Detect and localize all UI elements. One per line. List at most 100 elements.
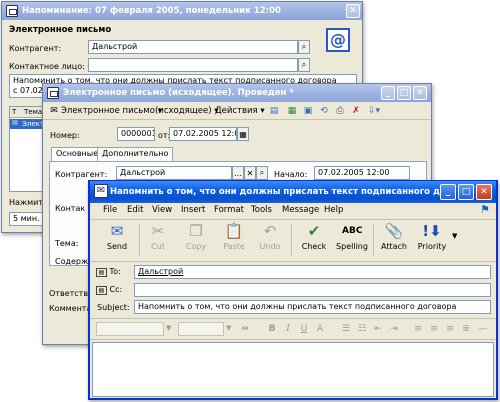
address-book-icon: ▤: [96, 268, 107, 277]
new-doc-icon[interactable]: ▤: [266, 104, 282, 118]
reminder-titlebar[interactable]: Напоминание: 07 февраля 2005, понедельни…: [2, 2, 362, 20]
align-center-icon[interactable]: ≡: [428, 322, 440, 336]
search-icon[interactable]: ⌕: [256, 166, 268, 180]
to-field[interactable]: Дальстрой: [134, 265, 491, 279]
font-size-dropdown-icon[interactable]: ▼: [226, 324, 231, 332]
check-names-button[interactable]: ✔ Check: [294, 222, 334, 258]
tab-extra[interactable]: Дополнительно: [97, 147, 174, 161]
bold-icon[interactable]: B: [266, 322, 278, 336]
print-icon[interactable]: ⎙: [332, 104, 348, 118]
horizontal-line-icon[interactable]: —: [476, 322, 490, 336]
subject-field[interactable]: Напомнить о том, что они должны прислать…: [134, 300, 491, 314]
document-window-icon: [47, 87, 59, 99]
reminder-delay-value: 5 мин.: [13, 214, 40, 223]
doc-date-value: 07.02.2005 12:0: [173, 129, 237, 138]
italic-icon[interactable]: I: [282, 322, 294, 336]
undo-button[interactable]: ↶ Undo: [250, 222, 290, 258]
align-left-icon[interactable]: ≡: [412, 322, 424, 336]
doc-tema-label: Тема:: [55, 239, 79, 248]
send-icon: ✉: [110, 222, 124, 240]
toolbar-bottom-divider: [90, 261, 496, 262]
save-icon[interactable]: ▣: [300, 104, 316, 118]
calendar-icon[interactable]: ▦: [237, 127, 249, 141]
to-button[interactable]: ▤ To:: [96, 267, 121, 277]
minimize-icon[interactable]: _: [440, 184, 456, 200]
attach-button[interactable]: 📎 Attach: [374, 222, 414, 258]
structure-icon[interactable]: ⇩▾: [366, 104, 382, 118]
font-size-select[interactable]: [178, 322, 224, 336]
minimize-icon[interactable]: _: [381, 86, 395, 100]
document-toolbar: ✉ Электронное письмо ▾ (исходящее) ▾ Дей…: [43, 103, 431, 120]
priority-dropdown-icon[interactable]: ▼: [452, 232, 457, 240]
menu-help[interactable]: Help: [324, 205, 343, 215]
doc-date-field[interactable]: 07.02.2005 12:0: [169, 127, 237, 141]
delete-icon[interactable]: ✗: [348, 104, 364, 118]
doc-start-field[interactable]: 07.02.2005 12:00: [314, 166, 410, 180]
maximize-icon[interactable]: □: [397, 86, 411, 100]
menu-edit[interactable]: Edit: [127, 205, 143, 215]
spelling-button[interactable]: ABC Spelling: [332, 222, 372, 258]
menu-format[interactable]: Format: [214, 205, 244, 215]
doc-start-label: Начало:: [274, 170, 308, 179]
numbered-list-icon[interactable]: ☰: [340, 322, 352, 336]
compose-titlebar[interactable]: ✉ Напомнить о том, что они должны присла…: [90, 181, 496, 203]
paragraph-style-icon[interactable]: ⇹: [238, 322, 252, 336]
ellipsis-icon[interactable]: …: [232, 166, 244, 180]
close-icon[interactable]: ✕: [413, 86, 427, 100]
bullet-list-icon[interactable]: ☷: [356, 322, 368, 336]
menu-view[interactable]: View: [152, 205, 172, 215]
doc-responsible-label: Ответств: [49, 289, 89, 298]
doc-type-menu[interactable]: Электронное письмо ▾: [61, 106, 162, 116]
send-button[interactable]: ✉ Send: [97, 222, 137, 258]
reminder-press-label: Нажмит: [9, 198, 44, 207]
reminder-contractor-field[interactable]: Дальстрой: [88, 40, 298, 54]
reminder-heading: Электронное письмо: [9, 25, 112, 35]
copy-button[interactable]: ❐ Copy: [176, 222, 216, 258]
col-icon-header: T: [12, 108, 17, 116]
justify-icon[interactable]: ≣: [460, 322, 472, 336]
decrease-indent-icon[interactable]: ⇤: [372, 322, 384, 336]
menu-bar: File Edit View Insert Format Tools Messa…: [90, 203, 496, 217]
menu-file[interactable]: File: [103, 205, 117, 215]
doc-start-value: 07.02.2005 12:00: [318, 168, 390, 177]
paste-button[interactable]: 📋 Paste: [214, 222, 254, 258]
cc-button[interactable]: ▤ Cc:: [96, 285, 122, 295]
underline-icon[interactable]: U: [298, 322, 310, 336]
menu-insert[interactable]: Insert: [181, 205, 205, 215]
font-dropdown-icon[interactable]: ▼: [166, 324, 171, 332]
document-titlebar[interactable]: Электронное письмо (исходящее). Проведен…: [43, 84, 431, 102]
refresh-icon[interactable]: ⟲: [316, 104, 332, 118]
reminder-contact-field[interactable]: [88, 58, 298, 72]
message-body[interactable]: [92, 342, 494, 397]
increase-indent-icon[interactable]: ⇥: [388, 322, 400, 336]
reminder-list-row[interactable]: ✉ Электр: [10, 119, 48, 129]
align-right-icon[interactable]: ≡: [444, 322, 456, 336]
close-icon[interactable]: ✕: [476, 184, 492, 200]
doc-actions-menu[interactable]: Действия ▾: [215, 106, 265, 116]
subject-value: Напомнить о том, что они должны прислать…: [138, 302, 457, 311]
menu-divider: [90, 219, 496, 220]
maximize-icon[interactable]: □: [458, 184, 474, 200]
compose-title: Напомнить о том, что они должны прислать…: [110, 187, 440, 197]
cc-label: Cc:: [109, 285, 123, 294]
font-select[interactable]: [96, 322, 164, 336]
font-color-icon[interactable]: A: [314, 322, 326, 336]
clear-icon[interactable]: ✕: [244, 166, 256, 180]
doc-comment-label: Коммента: [49, 304, 92, 313]
subject-label: Subject:: [97, 303, 130, 312]
spelling-icon: ABC: [342, 226, 363, 236]
post-icon[interactable]: ▦: [284, 104, 300, 118]
menu-message[interactable]: Message: [282, 205, 319, 215]
priority-button[interactable]: !⬇ Priority: [412, 222, 452, 258]
menu-tools[interactable]: Tools: [251, 205, 272, 215]
reminder-title: Напоминание: 07 февраля 2005, понедельни…: [22, 6, 281, 16]
doc-number-field[interactable]: 0000001: [117, 127, 155, 141]
doc-contractor-field[interactable]: Дальстрой: [116, 166, 232, 180]
doc-kind-menu[interactable]: (исходящее) ▾: [155, 106, 219, 116]
search-icon[interactable]: ⌕: [298, 40, 310, 54]
search-icon[interactable]: ⌕: [298, 58, 310, 72]
tab-main[interactable]: Основные: [51, 147, 104, 161]
close-icon[interactable]: ✕: [346, 4, 360, 18]
cut-button[interactable]: ✂ Cut: [138, 222, 178, 258]
cc-field[interactable]: [134, 283, 491, 297]
